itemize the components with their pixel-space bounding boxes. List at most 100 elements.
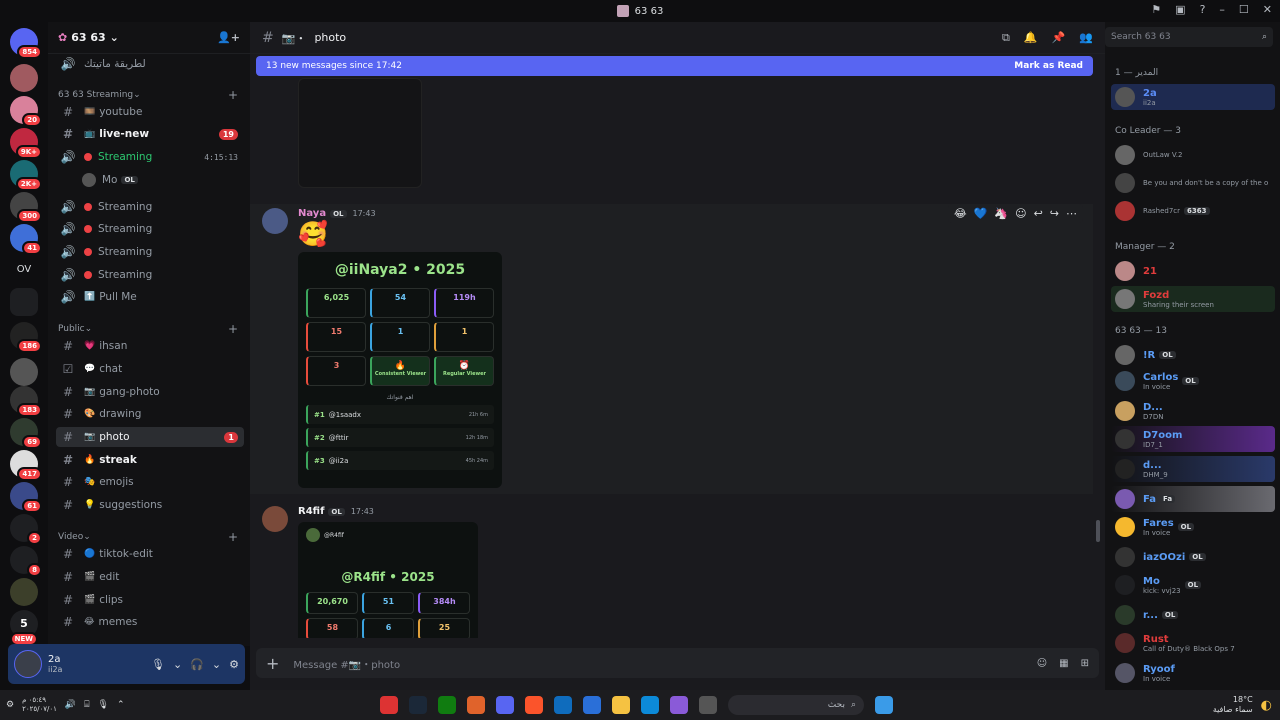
- previous-image-attachment[interactable]: [298, 78, 422, 188]
- forward-icon[interactable]: ↪: [1050, 207, 1059, 220]
- server-icon[interactable]: 300: [10, 192, 42, 223]
- invite-icon[interactable]: 👤+: [217, 31, 240, 44]
- new-messages-bar[interactable]: 13 new messages since 17:42 Mark as Read: [256, 56, 1093, 76]
- avatar[interactable]: [262, 506, 288, 532]
- member-item[interactable]: Mo kick: vvj23 OL: [1111, 572, 1275, 598]
- new-server-icon[interactable]: 5 NEW: [9, 610, 38, 646]
- member-item[interactable]: Fares In voice OL: [1111, 514, 1275, 540]
- channel-streaming[interactable]: 🔊 Streaming: [56, 265, 244, 285]
- add-channel-icon[interactable]: +: [228, 88, 238, 102]
- member-item[interactable]: 2a ii2a: [1111, 84, 1275, 110]
- channel-streaming-live[interactable]: 🔊 Streaming 4:15:13: [56, 147, 244, 167]
- avatar[interactable]: [14, 650, 42, 678]
- member-item[interactable]: iazOOzi OL: [1111, 544, 1275, 570]
- message-author[interactable]: Naya OL 17:43: [298, 208, 376, 219]
- reaction-icon[interactable]: 🦄: [994, 207, 1008, 220]
- network-icon[interactable]: ⌸: [84, 700, 89, 710]
- start-icon[interactable]: [875, 696, 893, 714]
- add-reaction-icon[interactable]: ☺: [1015, 207, 1026, 220]
- plus-icon[interactable]: +: [266, 654, 279, 673]
- channel-streaming[interactable]: 🔊 Streaming: [56, 197, 244, 217]
- image-attachment[interactable]: @R4fif @R4fif • 2025 20,670 51 384h 58 6…: [298, 522, 478, 638]
- add-channel-icon[interactable]: +: [228, 322, 238, 336]
- server-icon[interactable]: 20: [10, 96, 42, 127]
- volume-icon[interactable]: 🔊: [65, 700, 76, 710]
- taskbar-search[interactable]: بحث ⌕: [728, 695, 864, 715]
- pin-icon[interactable]: 📌: [1052, 31, 1066, 45]
- scrollbar[interactable]: [1096, 520, 1100, 542]
- server-icon[interactable]: 186: [10, 322, 42, 353]
- server-icon[interactable]: 69: [10, 418, 42, 449]
- server-icon[interactable]: 8: [10, 546, 42, 577]
- app-icon[interactable]: [380, 696, 398, 714]
- copilot-icon[interactable]: [670, 696, 688, 714]
- channel-emojis[interactable]: # 🎭 emojis: [56, 472, 244, 492]
- member-item[interactable]: !R OL: [1111, 342, 1275, 368]
- threads-icon[interactable]: ⧉: [1002, 31, 1010, 45]
- member-item[interactable]: r... OL: [1111, 602, 1275, 628]
- folder-icon[interactable]: [612, 696, 630, 714]
- category-public[interactable]: Public ⌄ +: [58, 322, 238, 336]
- store-icon[interactable]: [583, 696, 601, 714]
- channel-youtube[interactable]: # 🎞️ youtube: [56, 102, 244, 122]
- headphones-icon[interactable]: 🎧: [190, 658, 204, 671]
- server-header[interactable]: ✿ 63 63 ⌄ 👤+: [48, 22, 250, 54]
- channel-voice[interactable]: 🔊 لطريقة ماتيتك: [56, 54, 244, 74]
- server-icon[interactable]: [10, 358, 38, 386]
- channel-edit[interactable]: # 🎬 edit: [56, 567, 244, 587]
- app-icon[interactable]: [467, 696, 485, 714]
- server-icon[interactable]: 183: [10, 386, 42, 417]
- brave-icon[interactable]: [525, 696, 543, 714]
- server-icon[interactable]: 41: [10, 224, 42, 255]
- channel-clips[interactable]: # 🎬 clips: [56, 590, 244, 610]
- member-item[interactable]: Rashed7cr 6363: [1111, 198, 1275, 224]
- channel-streaming[interactable]: 🔊 Streaming: [56, 219, 244, 239]
- channel-streak[interactable]: # 🔥 streak: [56, 450, 244, 470]
- server-icon[interactable]: [10, 64, 38, 92]
- discord-icon[interactable]: [496, 696, 514, 714]
- server-icon[interactable]: 2: [10, 514, 42, 545]
- channel-gang-photo[interactable]: # 📷 gang-photo: [56, 382, 244, 402]
- reaction-icon[interactable]: 💙: [974, 207, 988, 220]
- channel-suggestions[interactable]: # 💡 suggestions: [56, 495, 244, 515]
- channel-memes[interactable]: # 😂 memes: [56, 612, 244, 632]
- member-item[interactable]: Rust Call of Duty® Black Ops 7: [1111, 630, 1275, 656]
- member-item[interactable]: D7oom ID7_1: [1111, 426, 1275, 452]
- minimize-button[interactable]: –: [1219, 3, 1225, 16]
- mark-as-read-button[interactable]: Mark as Read: [1014, 61, 1083, 71]
- search-input[interactable]: Search 63 63 ⌕: [1105, 27, 1273, 47]
- message-author[interactable]: R4fif OL 17:43: [298, 506, 374, 517]
- gear-icon[interactable]: ⚙: [229, 658, 239, 671]
- channel-drawing[interactable]: # 🎨 drawing: [56, 404, 244, 424]
- channel-streaming[interactable]: 🔊 Streaming: [56, 242, 244, 262]
- taskview-icon[interactable]: [699, 696, 717, 714]
- reaction-icon[interactable]: 😂: [954, 207, 967, 220]
- members-icon[interactable]: 👥: [1079, 31, 1093, 45]
- add-channel-icon[interactable]: +: [228, 530, 238, 544]
- avatar[interactable]: [262, 208, 288, 234]
- chevron-down-icon[interactable]: ⌄: [173, 658, 182, 671]
- folder-icon[interactable]: [10, 288, 38, 316]
- screen-icon[interactable]: ▣: [1175, 3, 1185, 16]
- message-composer[interactable]: + Message #📷・photo ☺ ▦ ⊞: [256, 648, 1099, 678]
- member-item[interactable]: d... DHM_9: [1111, 456, 1275, 482]
- channel-pull-me[interactable]: 🔊 ⬆️ Pull Me: [56, 287, 244, 307]
- server-icon[interactable]: 9K+: [10, 128, 42, 159]
- member-item[interactable]: OutLaw V.2: [1111, 142, 1275, 168]
- microphone-icon[interactable]: 🎙: [151, 658, 165, 671]
- member-item[interactable]: Fa Fa: [1111, 486, 1275, 512]
- chevron-down-icon[interactable]: ⌄: [212, 658, 221, 671]
- outlook-icon[interactable]: [554, 696, 572, 714]
- message-input[interactable]: Message #📷・photo: [293, 656, 400, 671]
- inbox-icon[interactable]: ⚑: [1151, 3, 1161, 16]
- server-icon[interactable]: OV: [10, 256, 38, 284]
- member-item[interactable]: Fozd Sharing their screen: [1111, 286, 1275, 312]
- chevron-up-icon[interactable]: ⌃: [117, 700, 125, 710]
- voice-member-mo[interactable]: Mo OL: [78, 170, 244, 190]
- steam-icon[interactable]: [409, 696, 427, 714]
- member-item[interactable]: Be you and don't be a copy of the o...: [1111, 170, 1275, 196]
- more-icon[interactable]: ⋯: [1066, 207, 1077, 220]
- weather-icon[interactable]: ◐: [1261, 698, 1272, 713]
- member-item[interactable]: D... D7DN: [1111, 398, 1275, 424]
- xbox-icon[interactable]: [438, 696, 456, 714]
